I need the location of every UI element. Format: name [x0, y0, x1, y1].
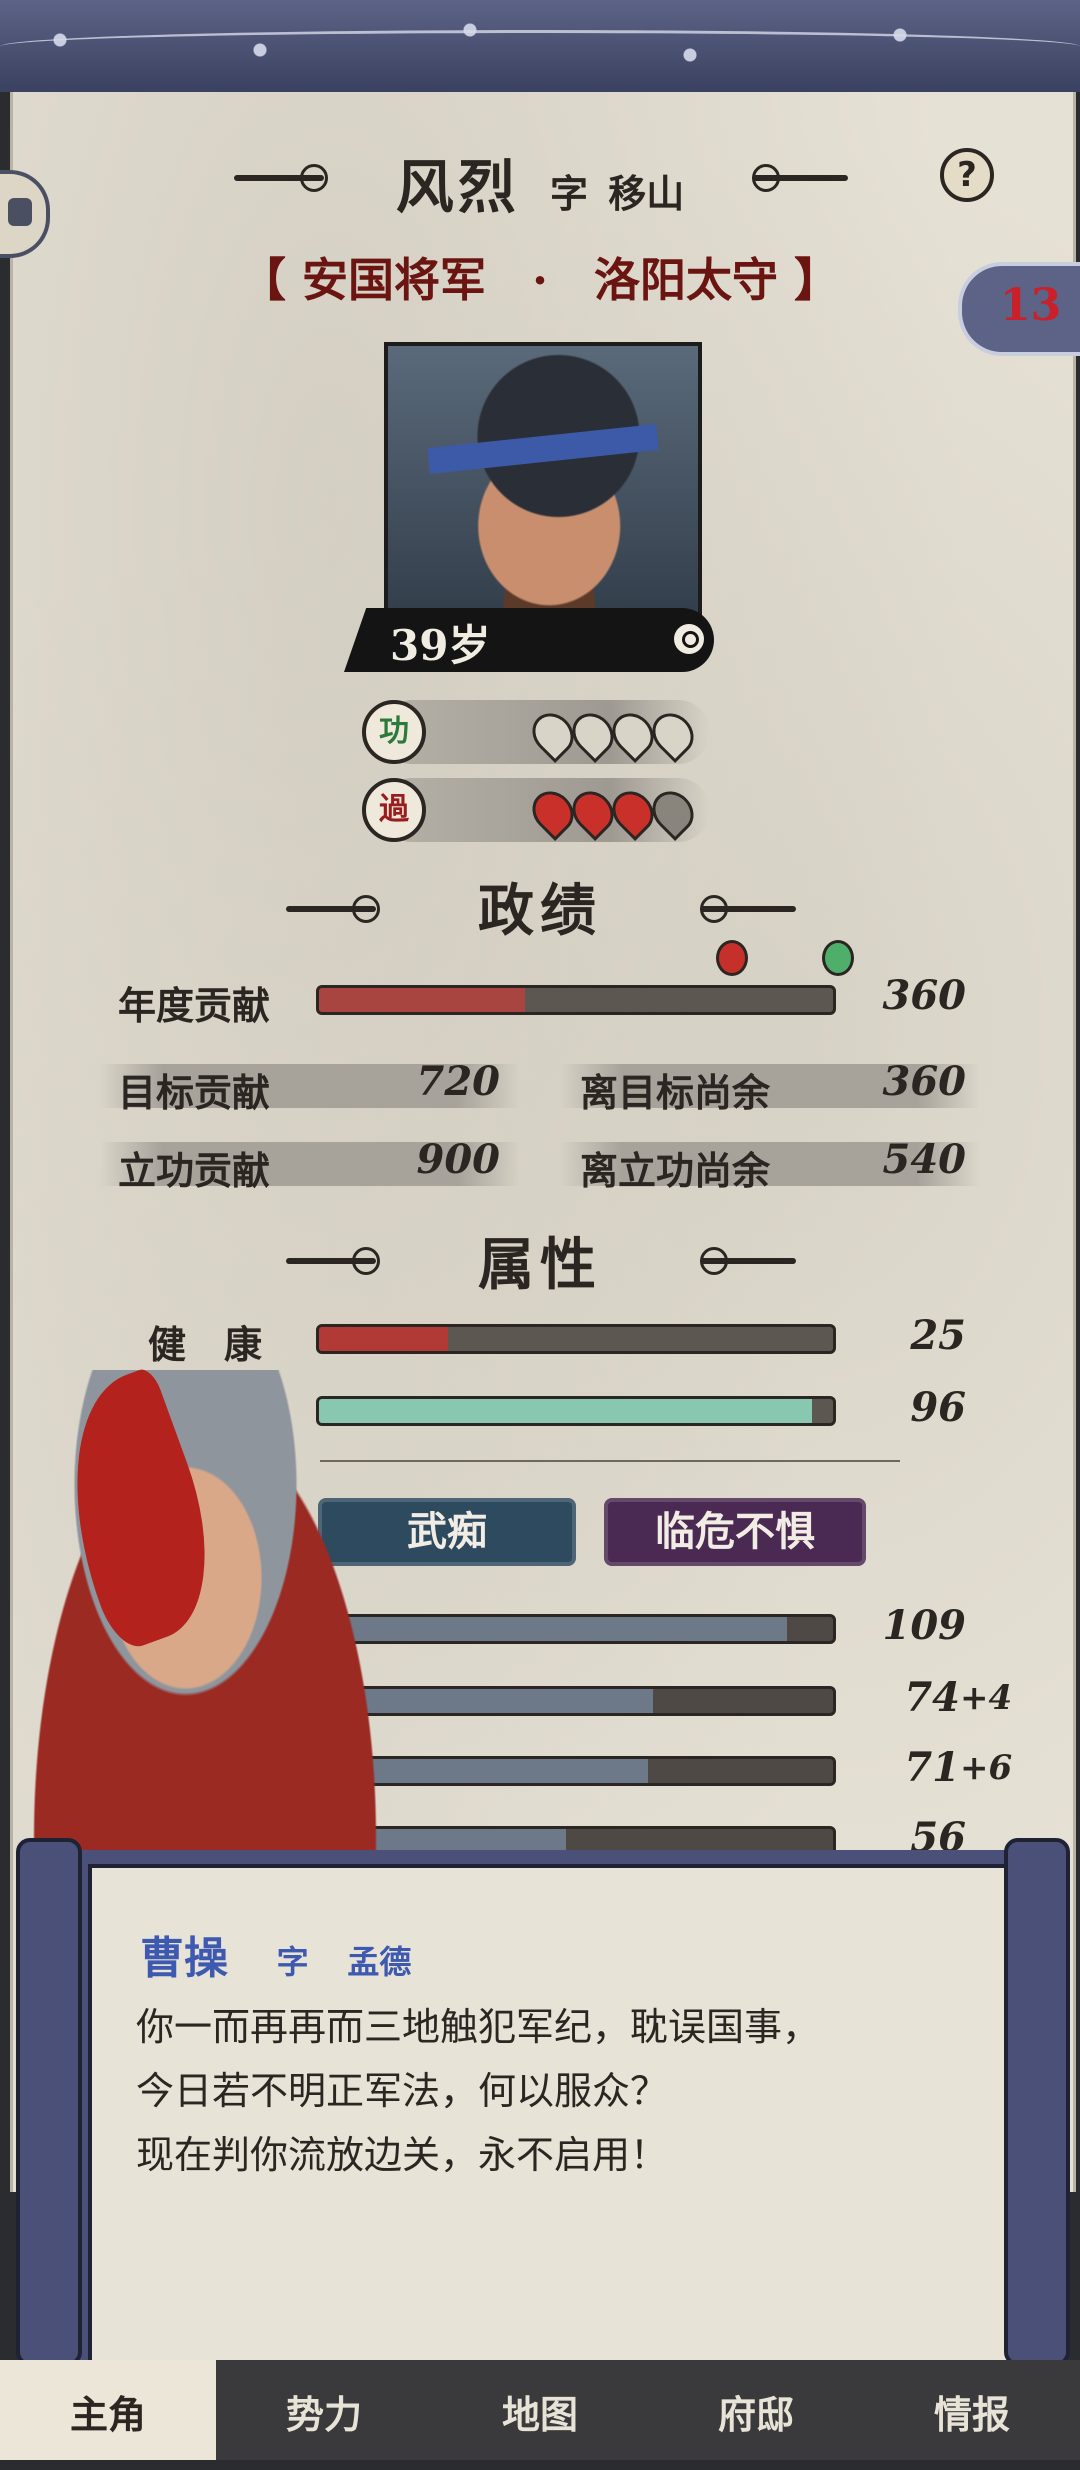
speaker-zi-label: 字: [276, 1943, 309, 1981]
remain-merit-label: 离立功尚余: [580, 1148, 771, 1193]
headband-shape: [427, 424, 659, 474]
nav-tab-faction[interactable]: 势力: [216, 2360, 432, 2460]
merit-markers: [524, 705, 704, 763]
trait-badge-2[interactable]: 临危不惧: [604, 1498, 866, 1566]
merit-marker-icon: [644, 705, 702, 763]
attributes-title: 属性: [478, 1232, 602, 1298]
nav-tab-mansion[interactable]: 府邸: [648, 2360, 864, 2460]
annual-contribution-fill: [319, 988, 525, 1012]
helmet-plume-shape: [29, 1365, 241, 1655]
merit-contribution-value: 900: [416, 1136, 501, 1183]
character-name: 风烈: [395, 153, 520, 221]
health-label: 健 康: [148, 1322, 263, 1367]
character-title-row: 【 安国将军 · 洛阳太守 】: [0, 244, 1080, 310]
cloud-badge-count: 13: [1000, 280, 1062, 331]
merit-icon: 功: [362, 700, 426, 764]
target-contribution-value: 720: [416, 1058, 501, 1105]
loyalty-value: 96: [910, 1384, 966, 1431]
title-rank: 安国将军: [301, 253, 486, 307]
stat-value-3: 71: [904, 1744, 960, 1791]
speaker-zi: 孟德: [347, 1943, 412, 1981]
top-decorative-border: [0, 0, 1080, 92]
courtesy-name: 移山: [608, 171, 685, 216]
nav-tab-intel[interactable]: 情报: [864, 2360, 1080, 2460]
character-name-row: 风烈 字 移山: [0, 140, 1080, 221]
remain-merit-value: 540: [882, 1136, 967, 1183]
zoom-icon[interactable]: [674, 624, 704, 654]
dialog-line-3: 现在判你流放边关，永不启用！: [136, 2133, 669, 2177]
courtesy-name-label: 字: [549, 171, 588, 216]
character-portrait[interactable]: [384, 342, 702, 650]
merit-marker-icon: [822, 940, 854, 976]
title-bracket-open: 【: [239, 253, 286, 307]
title-separator: ·: [531, 253, 548, 307]
remain-target-label: 离目标尚余: [580, 1070, 771, 1115]
speaker-name-row: 曹操 字 孟德: [140, 1922, 411, 1986]
health-bar: [316, 1324, 836, 1354]
target-contribution-label: 目标贡献: [118, 1070, 271, 1115]
stat-bonus-3: +6: [960, 1748, 1013, 1788]
performance-title: 政绩: [478, 878, 602, 944]
stat-value-2: 74: [904, 1674, 960, 1721]
attr-divider: [320, 1460, 900, 1462]
border-wave-ornament: [0, 30, 1080, 63]
scroll-rod-right: [1004, 1838, 1070, 2366]
stat-bonus-2: +4: [960, 1678, 1013, 1718]
dialog-line-2: 今日若不明正军法，何以服众？: [136, 2069, 669, 2113]
demerit-icon: 過: [362, 778, 426, 842]
merit-contribution-label: 立功贡献: [118, 1148, 271, 1193]
annual-contribution-value: 360: [882, 972, 967, 1019]
health-value: 25: [910, 1312, 966, 1359]
speaker-name: 曹操: [140, 1933, 228, 1984]
title-bracket-close: 】: [794, 253, 841, 307]
help-button[interactable]: ?: [940, 148, 994, 202]
nav-tab-map[interactable]: 地图: [432, 2360, 648, 2460]
title-office: 洛阳太守: [594, 253, 779, 307]
speaker-portrait: [10, 1365, 400, 1890]
demerit-markers: [524, 783, 704, 841]
demerit-marker-icon: [644, 783, 702, 841]
character-age: 39岁: [390, 621, 491, 670]
annual-contribution-bar: [316, 985, 836, 1015]
stat-value-1: 109: [882, 1602, 967, 1649]
target-marker-icon: [716, 940, 748, 976]
scroll-rod-left: [16, 1838, 82, 2366]
nav-tab-main[interactable]: 主角: [0, 2360, 216, 2460]
remain-target-value: 360: [882, 1058, 967, 1105]
annual-contribution-label: 年度贡献: [118, 983, 271, 1028]
health-fill: [319, 1327, 448, 1351]
dialog-line-1: 你一而再再而三地触犯军纪，耽误国事，: [136, 2005, 821, 2049]
